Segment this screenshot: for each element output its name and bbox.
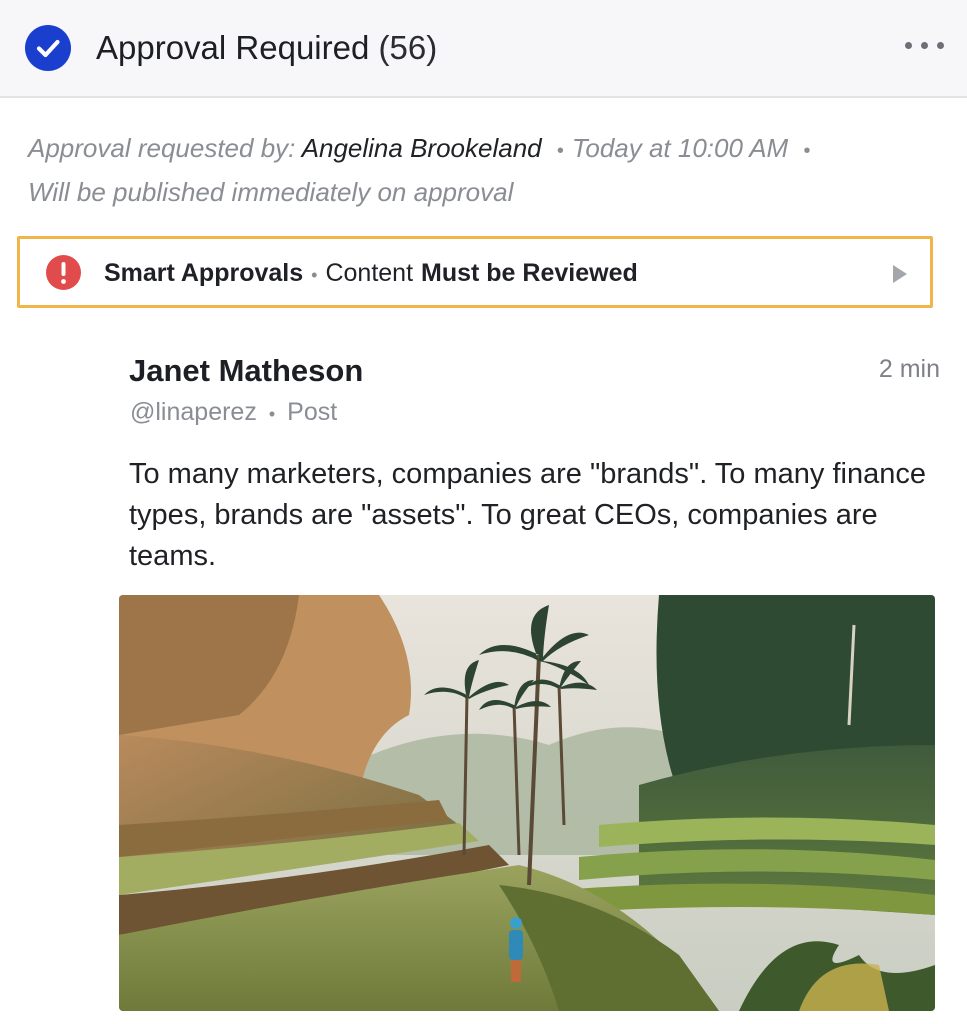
post-timestamp: 2 min [878,355,940,383]
post-type: Post [287,398,338,426]
play-arrow-icon[interactable] [890,264,910,284]
meta-separator: • [556,140,564,162]
alert-circle-icon [46,255,81,290]
meta-separator: • [803,140,811,162]
review-status: Must be Reviewed [421,259,638,287]
request-time: Today at 10:00 AM [571,133,789,163]
post-author-name[interactable]: Janet Matheson [129,352,363,390]
post-handle[interactable]: @linaperez [130,398,257,426]
approval-header: Approval Required (56) [0,0,967,98]
check-circle-icon [25,25,71,71]
page-title: Approval Required (56) [96,28,437,68]
post-handle-line: @linaperez • Post [130,396,337,430]
title-label: Approval Required [96,29,370,66]
approval-count: (56) [378,29,438,66]
approval-meta: Approval requested by: Angelina Brookela… [28,128,948,213]
more-horizontal-icon[interactable] [900,30,950,60]
content-label: Content [325,259,414,287]
smart-approvals-title: Smart Approvals [104,259,304,287]
publish-note: Will be published immediately on approva… [28,177,514,207]
smart-separator: • [311,265,318,285]
handle-separator: • [268,404,276,424]
smart-approvals-text: Smart Approvals • Content Must be Reviewed [104,257,638,291]
requester-name[interactable]: Angelina Brookeland [302,133,542,163]
requested-by-label: Approval requested by: [28,133,296,163]
post-image[interactable] [119,595,935,1011]
smart-approvals-banner[interactable]: Smart Approvals • Content Must be Reviewed [17,236,933,308]
post-body-text: To many marketers, companies are "brands… [129,458,926,572]
rice-terrace-palm-trees-photo [119,595,935,1011]
